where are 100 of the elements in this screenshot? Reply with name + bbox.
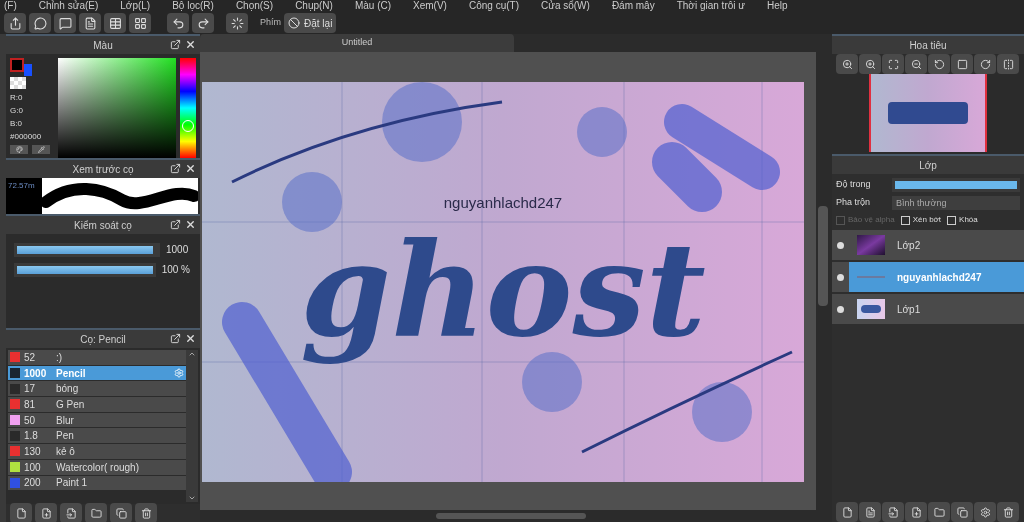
- menu-item[interactable]: Chỉnh sửa(E): [38, 0, 99, 12]
- document-icon[interactable]: [859, 502, 881, 522]
- menu-item[interactable]: Màu (C): [354, 0, 392, 12]
- copy-icon[interactable]: [951, 502, 973, 522]
- fit-icon[interactable]: [882, 54, 904, 74]
- brush-name: :): [56, 350, 64, 365]
- undo-icon[interactable]: [167, 13, 189, 33]
- settings-icon[interactable]: [974, 502, 996, 522]
- scroll-up-icon[interactable]: [188, 350, 196, 358]
- layer-thumbnail: [857, 299, 885, 319]
- zoom-reset-icon[interactable]: [836, 54, 858, 74]
- brush-list-item[interactable]: 1.8 Pen: [8, 428, 186, 444]
- brush-list-item[interactable]: 100 Watercolor( rough): [8, 459, 186, 475]
- trash-icon[interactable]: [997, 502, 1019, 522]
- speech-bubble-icon[interactable]: [29, 13, 51, 33]
- brush-list-item[interactable]: 81 G Pen: [8, 397, 186, 412]
- menu-item[interactable]: Lớp(L): [120, 0, 151, 12]
- popout-icon[interactable]: [170, 219, 181, 230]
- flip-icon[interactable]: [997, 54, 1019, 74]
- menu-item[interactable]: Đám mây: [611, 0, 655, 12]
- close-icon[interactable]: [185, 163, 196, 174]
- palette-button[interactable]: [10, 145, 28, 154]
- table-icon[interactable]: [104, 13, 126, 33]
- menu-item[interactable]: Chụp(N): [295, 0, 333, 12]
- brush-list-item[interactable]: 17 bóng: [8, 381, 186, 397]
- menu-item[interactable]: Công cụ(T): [468, 0, 519, 12]
- menu-item[interactable]: Cửa sổ(W): [540, 0, 590, 12]
- brush-size: 52: [24, 350, 37, 365]
- brush-name: Blur: [56, 413, 75, 428]
- layer-name: Lớp2: [897, 238, 921, 253]
- popout-icon[interactable]: [170, 333, 181, 344]
- folder-icon[interactable]: [85, 503, 107, 522]
- new-layer-icon[interactable]: [836, 502, 858, 522]
- transparent-swatch[interactable]: [10, 77, 26, 89]
- menu-item[interactable]: Thời gian trôi ư: [676, 0, 745, 12]
- share-icon[interactable]: [4, 13, 26, 33]
- brush-slider-value: 1000: [165, 243, 190, 257]
- new-file-icon[interactable]: [10, 503, 32, 522]
- redo-icon[interactable]: [192, 13, 214, 33]
- zoom-out-icon[interactable]: [905, 54, 927, 74]
- import-icon[interactable]: [882, 502, 904, 522]
- add-layer-icon[interactable]: [905, 502, 927, 522]
- checkbox-label: Xén bớt: [912, 214, 942, 226]
- trash-icon[interactable]: [135, 503, 157, 522]
- document-tab[interactable]: Untitled: [200, 34, 514, 52]
- close-icon[interactable]: [185, 219, 196, 230]
- add-file-icon[interactable]: [35, 503, 57, 522]
- menu-item[interactable]: (F): [4, 0, 17, 12]
- blend-mode-dropdown[interactable]: Bình thường: [892, 196, 1020, 210]
- color-picker-square[interactable]: [58, 58, 176, 158]
- brush-name: Watercolor( rough): [56, 460, 140, 475]
- message-icon[interactable]: [54, 13, 76, 33]
- rgb-value: B:0: [10, 119, 23, 128]
- brush-list-item[interactable]: 50 Blur: [8, 412, 186, 428]
- grid-icon[interactable]: [129, 13, 151, 33]
- copy-icon[interactable]: [110, 503, 132, 522]
- brush-size: 1000: [24, 366, 48, 381]
- menu-item[interactable]: Xem(V): [413, 0, 447, 12]
- brush-list-item[interactable]: 52 :): [8, 350, 186, 365]
- popout-icon[interactable]: [170, 163, 181, 174]
- brush-slider-track[interactable]: [14, 242, 160, 257]
- document-icon[interactable]: [79, 13, 101, 33]
- import-icon[interactable]: [60, 503, 82, 522]
- menu-item[interactable]: Chọn(S): [235, 0, 274, 12]
- rgb-value: G:0: [10, 106, 24, 115]
- scrollbar[interactable]: [186, 350, 198, 502]
- zoom-in-icon[interactable]: [859, 54, 881, 74]
- eyedropper-button[interactable]: [32, 145, 50, 154]
- menu-item[interactable]: Bộ lọc(R): [172, 0, 214, 12]
- foreground-color-swatch[interactable]: [10, 58, 24, 72]
- brush-slider-value: 100 %: [160, 263, 191, 277]
- brush-size: 100: [24, 460, 42, 475]
- brush-name: Paint 1: [56, 476, 89, 491]
- brush-name: Pencil: [56, 366, 87, 381]
- background-color-swatch[interactable]: [24, 64, 32, 76]
- folder-icon[interactable]: [928, 502, 950, 522]
- rgb-value: R:0: [10, 93, 24, 102]
- layer-thumbnail: [857, 235, 885, 255]
- rotate-left-icon[interactable]: [928, 54, 950, 74]
- checkbox-label: Khóa: [959, 214, 978, 226]
- brush-size: 50: [24, 413, 37, 428]
- panel-title: Hoa tiêu: [909, 38, 947, 53]
- hue-slider[interactable]: [180, 58, 196, 158]
- selection-icon[interactable]: [226, 13, 248, 33]
- brush-list-item[interactable]: 200 Paint 1: [8, 475, 186, 491]
- rotate-right-icon[interactable]: [974, 54, 996, 74]
- fullscreen-icon[interactable]: [951, 54, 973, 74]
- menu-item[interactable]: Help: [766, 0, 788, 12]
- scroll-down-icon[interactable]: [188, 494, 196, 502]
- popout-icon[interactable]: [170, 39, 181, 50]
- brush-size: 130: [24, 444, 42, 459]
- close-icon[interactable]: [185, 333, 196, 344]
- panel-title: Cọ: Pencil: [80, 332, 126, 347]
- brush-name: kẻ ô: [56, 444, 76, 459]
- close-icon[interactable]: [185, 39, 196, 50]
- brush-name: bóng: [56, 382, 80, 397]
- reset-button[interactable]: Đặt lại: [284, 13, 337, 33]
- layer-name: nguyanhlachd247: [897, 270, 982, 285]
- panel-title: Lớp: [919, 158, 937, 173]
- brush-list-item[interactable]: 130 kẻ ô: [8, 444, 186, 459]
